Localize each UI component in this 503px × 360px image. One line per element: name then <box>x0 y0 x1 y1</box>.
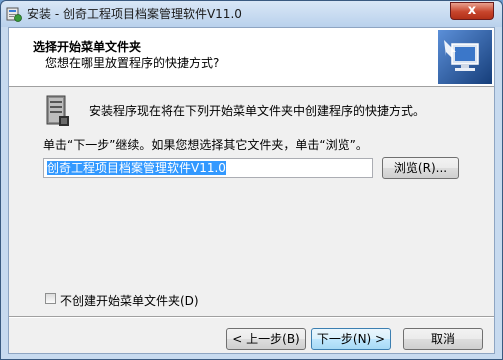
start-menu-folder-input[interactable]: 创奇工程项目档案管理软件V11.0 <box>43 158 373 178</box>
title-bar[interactable]: 安装 - 创奇工程项目档案管理软件V11.0 x <box>1 1 502 27</box>
program-group-icon <box>46 95 69 126</box>
close-button[interactable]: x <box>450 2 494 20</box>
page-title: 选择开始菜单文件夹 <box>33 40 142 54</box>
intro-text: 安装程序现在将在下列开始菜单文件夹中创建程序的快捷方式。 <box>89 104 426 118</box>
window-title: 安装 - 创奇工程项目档案管理软件V11.0 <box>27 7 242 21</box>
installer-app-icon <box>6 7 22 22</box>
folder-input-value: 创奇工程项目档案管理软件V11.0 <box>47 161 226 175</box>
page-subtitle: 您想在哪里放置程序的快捷方式? <box>45 56 220 70</box>
instruction-text: 单击“下一步”继续。如果您想选择其它文件夹，单击“浏览”。 <box>43 138 368 152</box>
computer-install-icon <box>438 30 492 84</box>
installer-window: 安装 - 创奇工程项目档案管理软件V11.0 x 选择开始菜单文件夹 您想在哪里… <box>0 0 503 360</box>
wizard-client-area: 选择开始菜单文件夹 您想在哪里放置程序的快捷方式? 安装程序现在将在下列开始菜单… <box>8 27 495 354</box>
footer-divider <box>9 316 494 318</box>
next-button[interactable]: 下一步(N) > <box>311 328 391 350</box>
browse-button[interactable]: 浏览(R)... <box>382 157 459 179</box>
no-folder-checkbox-label: 不创建开始菜单文件夹(D) <box>60 294 199 308</box>
wizard-header: 选择开始菜单文件夹 您想在哪里放置程序的快捷方式? <box>9 28 494 87</box>
close-icon: x <box>467 3 477 18</box>
cancel-button[interactable]: 取消 <box>403 328 483 350</box>
back-button[interactable]: < 上一步(B) <box>226 328 306 350</box>
no-folder-checkbox[interactable] <box>45 293 56 304</box>
